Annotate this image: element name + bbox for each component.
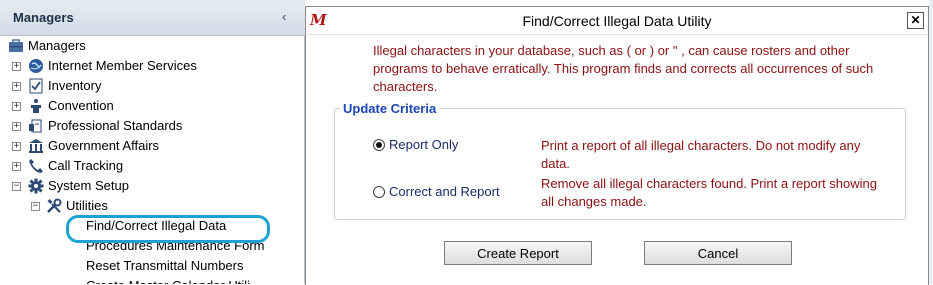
tree-item-label: Professional Standards: [48, 118, 183, 133]
report-only-radio[interactable]: [373, 139, 385, 151]
window-edge: [929, 0, 933, 284]
tree-item[interactable]: + Government Affairs: [0, 136, 305, 156]
tree-item[interactable]: − Utilities: [0, 196, 305, 216]
cancel-button[interactable]: Cancel: [644, 241, 792, 265]
close-button[interactable]: ✕: [907, 12, 924, 29]
expand-icon[interactable]: +: [12, 122, 21, 131]
tree-item[interactable]: + Professional Standards: [0, 116, 305, 136]
tree-item-label: Call Tracking: [48, 158, 124, 173]
collapse-icon[interactable]: −: [12, 182, 21, 191]
tree-item-label: Internet Member Services: [48, 58, 197, 73]
managers-icon: [8, 38, 24, 54]
tree-item[interactable]: + Internet Member Services: [0, 56, 305, 76]
dialog-title: Find/Correct Illegal Data Utility: [522, 13, 712, 29]
tree-item-label: Utilities: [66, 198, 108, 213]
tree-item-label: Create Master Calendar Utili: [86, 276, 250, 284]
globe-icon: [28, 58, 44, 74]
panel-title: Managers: [13, 10, 74, 25]
create-report-button[interactable]: Create Report: [444, 241, 592, 265]
find-correct-dialog: M Find/Correct Illegal Data Utility ✕ Il…: [305, 6, 929, 285]
report-only-description: Print a report of all illegal characters…: [541, 138, 861, 171]
managers-panel: Managers ‹ Managers + Internet Member Serv…: [0, 0, 305, 284]
phone-icon: [28, 158, 44, 174]
radio-selected-dot: [376, 142, 382, 148]
podium-icon: [28, 98, 44, 114]
tree-item-label: Managers: [28, 38, 86, 53]
panel-header: Managers ‹: [0, 0, 305, 36]
gear-icon: [28, 178, 44, 194]
update-criteria-group: Update Criteria Report Only Print a repo…: [334, 101, 906, 220]
checklist-icon: [28, 78, 44, 94]
tree-item-label: Reset Transmittal Numbers: [86, 258, 244, 273]
tree-item[interactable]: − System Setup: [0, 176, 305, 196]
document-icon: [28, 118, 44, 134]
correct-and-report-radio[interactable]: [373, 186, 385, 198]
tree-item[interactable]: Managers: [0, 36, 305, 56]
collapse-icon[interactable]: −: [31, 202, 40, 211]
expand-icon[interactable]: +: [12, 162, 21, 171]
collapse-panel-button[interactable]: ‹: [282, 9, 286, 24]
expand-icon[interactable]: +: [12, 82, 21, 91]
warning-message: Illegal characters in your database, suc…: [373, 43, 874, 94]
expand-icon[interactable]: +: [12, 142, 21, 151]
correct-and-report-label[interactable]: Correct and Report: [389, 184, 500, 199]
tree-item-label: Government Affairs: [48, 138, 160, 153]
tree-item-label: System Setup: [48, 178, 129, 193]
tree-item[interactable]: + Convention: [0, 96, 305, 116]
dialog-titlebar: M Find/Correct Illegal Data Utility ✕: [306, 7, 928, 35]
correct-and-report-description: Remove all illegal characters found. Pri…: [541, 176, 878, 209]
tree-item-label: Convention: [48, 98, 114, 113]
tree-item[interactable]: Create Master Calendar Utili: [0, 276, 305, 284]
tree-item[interactable]: + Inventory: [0, 76, 305, 96]
highlight-annotation: [66, 215, 270, 243]
update-criteria-title: Update Criteria: [340, 101, 440, 116]
expand-icon[interactable]: +: [12, 102, 21, 111]
tools-icon: [46, 198, 62, 214]
tree-item-label: Inventory: [48, 78, 102, 93]
capitol-icon: [28, 138, 44, 154]
expand-icon[interactable]: +: [12, 62, 21, 71]
tree-item[interactable]: Reset Transmittal Numbers: [0, 256, 305, 276]
report-only-label[interactable]: Report Only: [389, 137, 458, 152]
tree-item[interactable]: + Call Tracking: [0, 156, 305, 176]
